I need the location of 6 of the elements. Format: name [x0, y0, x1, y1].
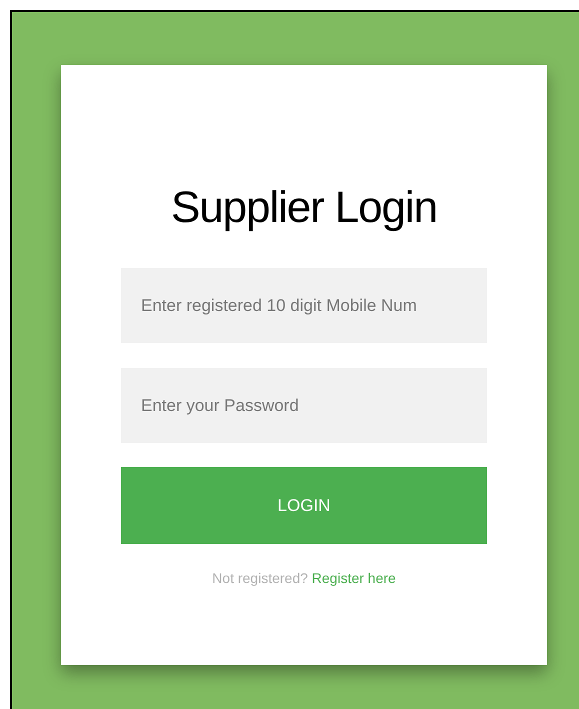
login-button[interactable]: LOGIN: [121, 467, 487, 544]
input-field[interactable]: Enter your Password: [121, 368, 487, 443]
login-title: Supplier Login: [171, 182, 437, 234]
register-link[interactable]: Register here: [312, 570, 396, 586]
register-prompt: Not registered? Register here: [212, 569, 396, 588]
input-field[interactable]: Enter registered 10 digit Mobile Num: [121, 268, 487, 343]
